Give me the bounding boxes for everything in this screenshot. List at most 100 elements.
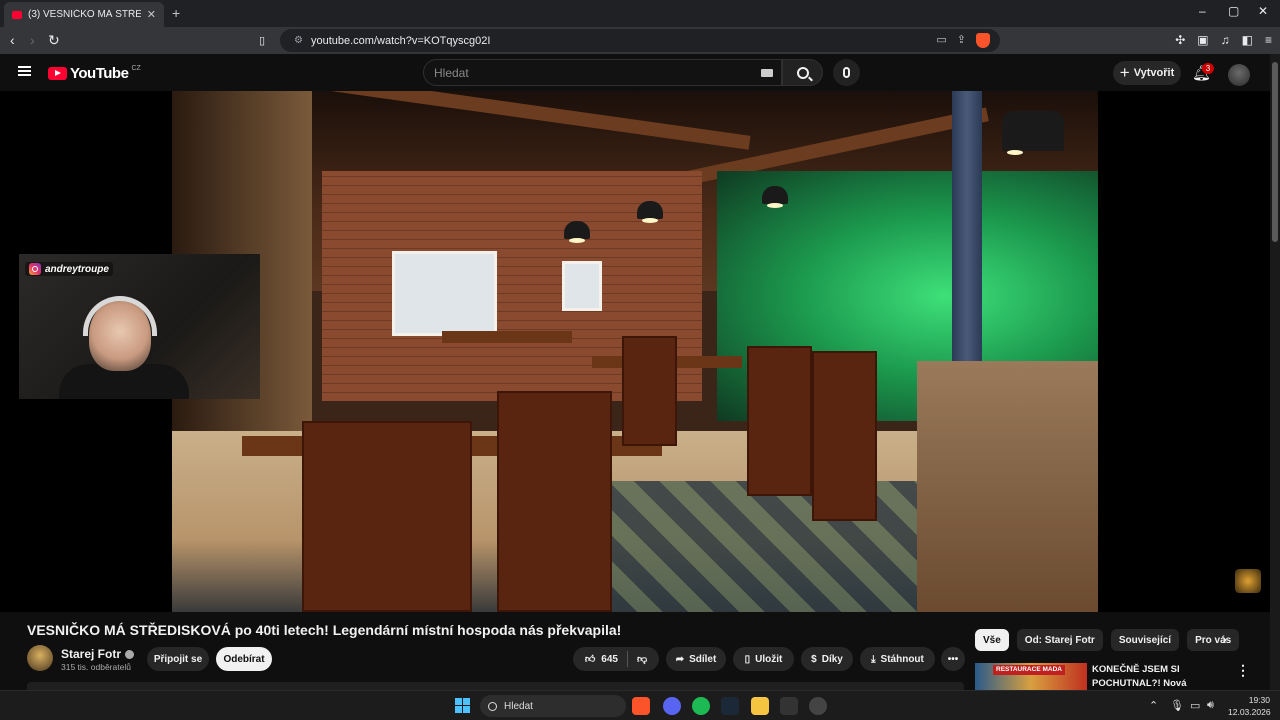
clock-date: 12.03.2026 <box>1228 707 1271 717</box>
youtube-play-icon <box>48 67 67 80</box>
cast-icon[interactable]: ▭ <box>936 33 946 48</box>
wallet-icon[interactable]: ▣ <box>1197 33 1208 47</box>
subscribe-button[interactable]: Odebírat <box>216 647 272 671</box>
bookmark-save-icon: ▯ <box>744 653 751 665</box>
new-tab-button[interactable]: + <box>172 5 180 21</box>
browser-tab[interactable]: (3) VESNIČKO MÁ STŘEDISKOVÁ ✕ <box>4 2 164 27</box>
spotify-icon[interactable] <box>692 697 710 715</box>
taskbar-search[interactable]: Hledat <box>480 695 626 717</box>
tray-mic-icon[interactable]: 🎙︎ <box>1170 699 1184 712</box>
back-icon[interactable]: ‹ <box>10 32 15 48</box>
overwolf-icon[interactable] <box>809 697 827 715</box>
youtube-header: YouTube CZ Hledat + Vytvořit 🔔︎ 3 <box>0 54 1270 91</box>
bookmark-icon[interactable]: ▯ <box>259 34 265 47</box>
thumbs-down-icon: 👎︎ <box>636 654 648 665</box>
media-icon[interactable]: ♫ <box>1221 33 1230 47</box>
scene-pillar <box>952 91 982 391</box>
create-label: Vytvořit <box>1133 67 1175 79</box>
keyboard-icon[interactable] <box>761 69 773 77</box>
taskbar-clock[interactable]: 19:30 12.03.2026 <box>1228 694 1271 718</box>
subscribe-label: Odebírat <box>223 653 265 665</box>
recommendation-thumbnail[interactable]: RESTAURACE MADA <box>975 663 1087 690</box>
video-frame <box>172 91 1098 612</box>
share-button[interactable]: ➦ Sdílet <box>666 647 726 671</box>
url-text: youtube.com/watch?v=KOTqyscg02I <box>310 34 491 47</box>
youtube-logo[interactable]: YouTube CZ <box>48 65 141 82</box>
extensions-icon[interactable]: ✣ <box>1175 33 1185 47</box>
page-scrollbar[interactable] <box>1270 54 1280 690</box>
video-player[interactable]: andreytroupe <box>0 91 1270 612</box>
channel-name: Starej Fotr <box>61 647 122 661</box>
forward-icon[interactable]: › <box>30 32 35 48</box>
file-explorer-icon[interactable] <box>751 697 769 715</box>
share-page-icon[interactable]: ⇪ <box>957 33 966 48</box>
country-code: CZ <box>131 65 141 72</box>
channel-name-row[interactable]: Starej Fotr <box>61 647 135 661</box>
description-box[interactable] <box>27 682 964 690</box>
discord-icon[interactable] <box>663 697 681 715</box>
maximize-button[interactable]: ▢ <box>1228 4 1239 18</box>
chip-all[interactable]: Vše <box>975 629 1009 651</box>
channel-watermark[interactable] <box>1235 569 1261 593</box>
brave-shield-icon[interactable] <box>976 33 990 48</box>
reload-icon[interactable]: ↻ <box>48 32 60 49</box>
download-label: Stáhnout <box>880 653 924 665</box>
tray-chevron-icon[interactable]: ⌃ <box>1149 699 1158 712</box>
subscriber-count: 315 tis. odběratelů <box>61 662 131 672</box>
sidebar-toggle-icon[interactable]: ◧ <box>1242 33 1253 47</box>
volume-icon[interactable]: 🔊︎ <box>1207 699 1214 712</box>
video-info-area: VESNIČKO MÁ STŘEDISKOVÁ po 40ti letech! … <box>0 612 1270 703</box>
scene-lamp <box>637 201 663 223</box>
share-icon: ➦ <box>675 653 685 665</box>
address-bar-row: ‹ › ↻ ▯ ⚙ youtube.com/watch?v=KOTqyscg02… <box>0 27 1280 54</box>
like-button[interactable]: 👍︎ 645 <box>585 653 618 666</box>
search-placeholder: Hledat <box>434 65 469 80</box>
search-icon <box>796 66 809 79</box>
scrollbar-thumb[interactable] <box>1272 62 1278 242</box>
search-input[interactable]: Hledat <box>423 59 782 86</box>
join-button[interactable]: Připojit se <box>147 647 209 671</box>
browser-tab-bar: (3) VESNIČKO MÁ STŘEDISKOVÁ ✕ + – ▢ ✕ <box>0 0 1280 27</box>
scene-counter <box>917 361 1098 612</box>
like-separator <box>626 651 628 667</box>
create-button[interactable]: + Vytvořit <box>1113 61 1181 85</box>
thanks-button[interactable]: $ Díky <box>801 647 853 671</box>
logo-text: YouTube <box>70 65 129 82</box>
scene-window <box>392 251 497 336</box>
chip-from-channel[interactable]: Od: Starej Fotr <box>1016 629 1103 651</box>
more-actions-button[interactable]: ••• <box>941 647 965 671</box>
recommendation-chips: Vše Od: Starej Fotr Související Pro vás <box>975 629 1240 651</box>
scene-chair <box>812 351 877 521</box>
voice-search-button[interactable] <box>833 59 860 86</box>
steam-icon[interactable] <box>721 697 739 715</box>
minimize-button[interactable]: – <box>1199 4 1206 18</box>
app-icon[interactable] <box>780 697 798 715</box>
thumbnail-banner: RESTAURACE MADA <box>993 665 1065 675</box>
tab-close-icon[interactable]: ✕ <box>147 8 156 21</box>
scene-lamp <box>762 186 788 208</box>
recommendation-menu-icon[interactable]: ⋮ <box>1236 662 1250 679</box>
dislike-button[interactable]: 👎︎ <box>637 653 647 665</box>
close-window-button[interactable]: ✕ <box>1258 4 1268 18</box>
brave-browser-icon[interactable] <box>632 697 650 715</box>
channel-avatar[interactable] <box>27 645 53 671</box>
save-label: Uložit <box>755 653 783 665</box>
save-button[interactable]: ▯ Uložit <box>733 647 794 671</box>
chip-related[interactable]: Související <box>1110 629 1180 651</box>
chips-next-icon[interactable]: › <box>1222 631 1227 648</box>
scene-window <box>562 261 602 311</box>
scene-lamp <box>1002 111 1064 155</box>
like-count: 645 <box>601 653 618 665</box>
notification-badge: 3 <box>1202 63 1214 74</box>
download-button[interactable]: ⤓ Stáhnout <box>860 647 935 671</box>
url-bar[interactable]: ⚙ youtube.com/watch?v=KOTqyscg02I ▭ ⇪ <box>280 29 1000 52</box>
account-avatar[interactable] <box>1228 64 1250 86</box>
search-button[interactable] <box>782 59 823 86</box>
windows-start-icon[interactable] <box>455 698 470 713</box>
hamburger-menu-icon[interactable] <box>18 66 31 76</box>
site-settings-icon[interactable]: ⚙ <box>294 35 303 46</box>
microphone-icon <box>843 67 850 78</box>
chip-for-you[interactable]: Pro vás <box>1187 629 1240 651</box>
network-icon[interactable]: ▭ <box>1190 699 1200 712</box>
menu-icon[interactable]: ≡ <box>1265 33 1272 47</box>
